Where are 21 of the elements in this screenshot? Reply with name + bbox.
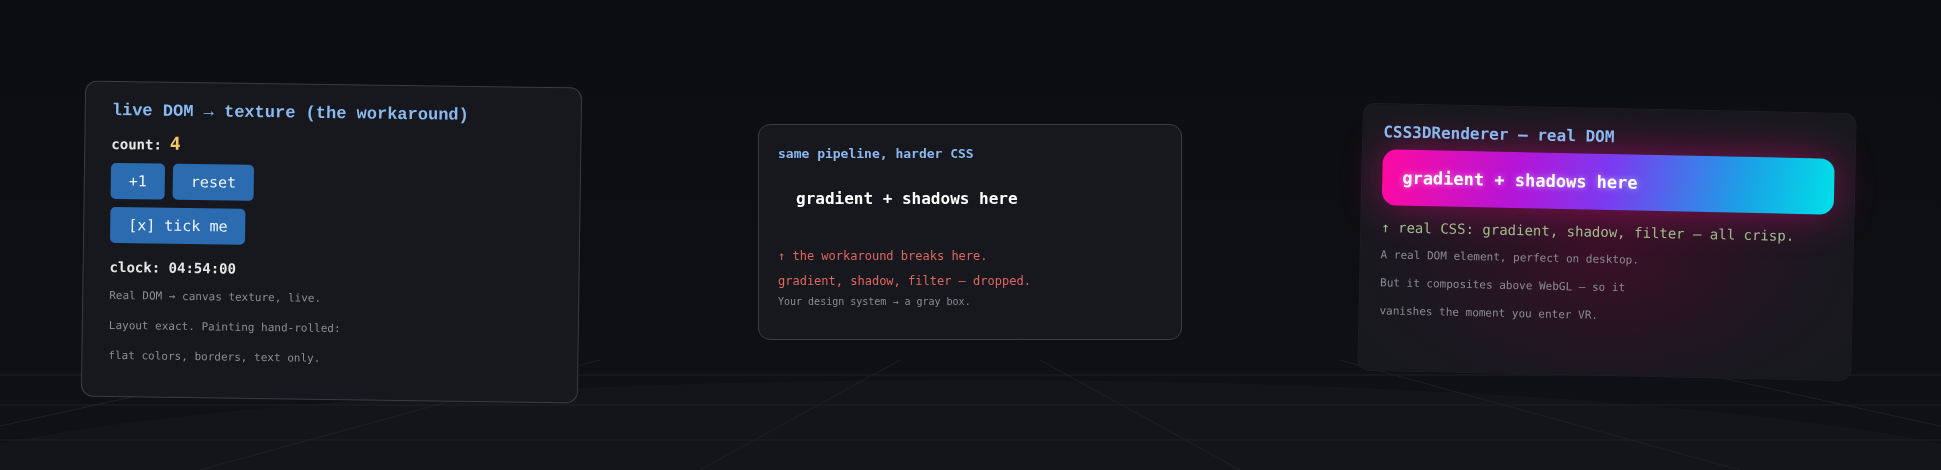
counter-value: 4 [169,132,181,154]
note-text: Layout exact. Painting hand-rolled: [108,317,341,338]
action-button[interactable]: +1 [110,162,166,200]
panel-title: same pipeline, harder CSS [778,146,974,161]
note-text: A real DOM element, perfect on desktop. [1380,247,1640,269]
action-button[interactable]: [x] tick me [109,206,246,245]
note-text: Your design system → a gray box. [778,295,971,309]
action-button[interactable]: reset [172,163,255,201]
counter-label: count: [111,135,163,153]
warning-text: gradient, shadow, filter — dropped. [778,273,1031,290]
note-text: But it composites above WebGL — so it [1379,275,1626,297]
demo-text: gradient + shadows here [795,189,1018,208]
note-text: Real DOM → canvas texture, live. [109,287,322,307]
clock-text: clock: 04:54:00 [109,258,237,277]
panel-title: CSS3DRenderer — real DOM [1383,122,1615,147]
note-text: flat colors, borders, text only. [108,347,321,367]
success-text: ↑ real CSS: gradient, shadow, filter — all crisp. [1380,218,1795,246]
warning-text: ↑ the workaround breaks here. [778,248,988,265]
panel-title: live DOM → texture (the workaround) [111,100,469,125]
gradient-box: gradient + shadows here [1381,149,1835,215]
note-text: vanishes the moment you enter VR. [1379,303,1599,324]
